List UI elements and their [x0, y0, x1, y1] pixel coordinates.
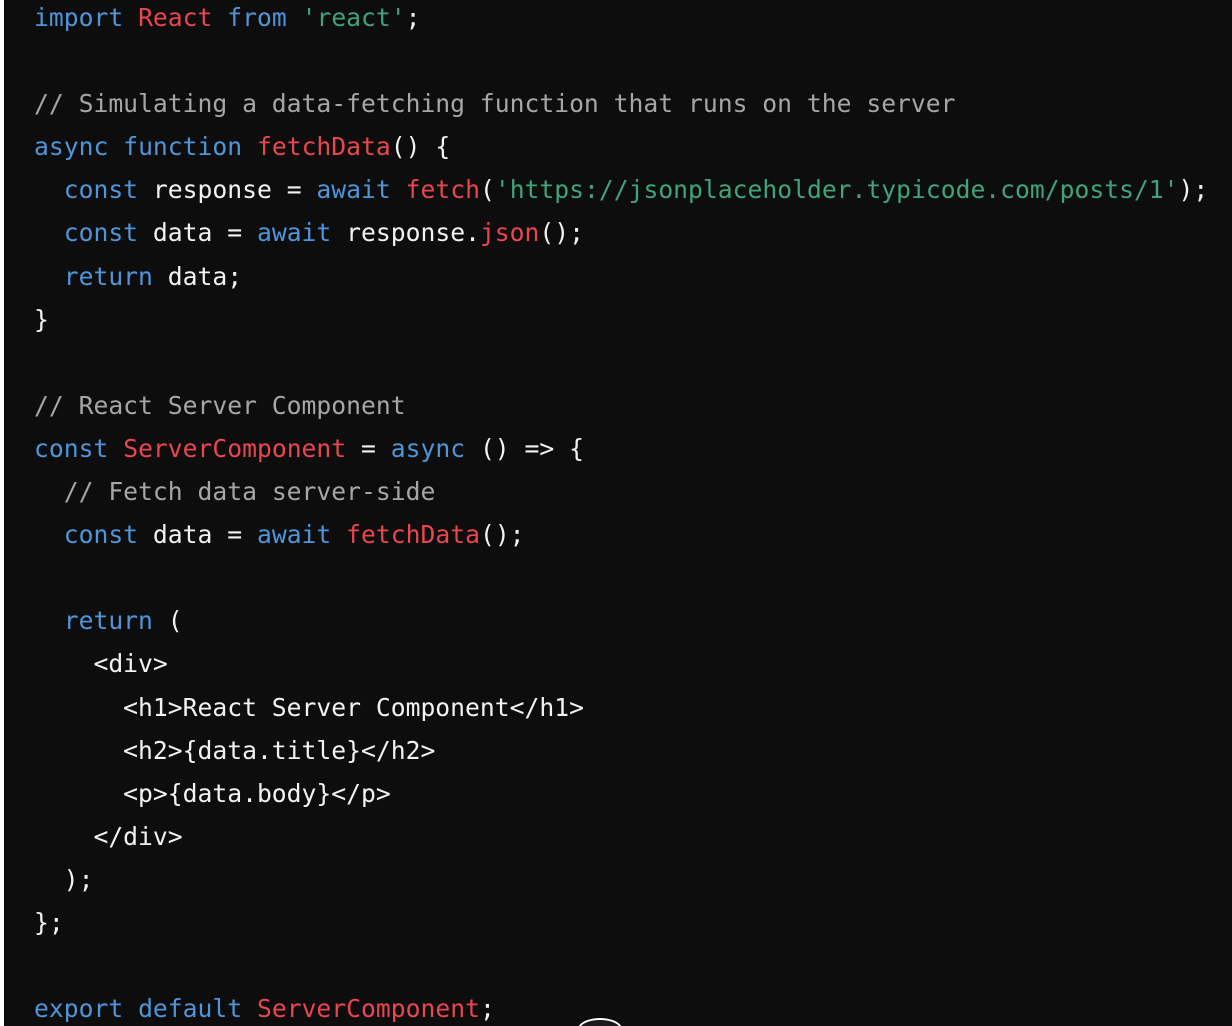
code-line: async function fetchData() { — [34, 125, 1208, 168]
code-token: from — [227, 3, 287, 32]
code-token: <h1>React Server Component</h1> — [34, 692, 584, 722]
code-token: = — [346, 433, 391, 463]
code-token: ; — [405, 3, 421, 32]
code-line: <h2>{data.title}</h2> — [34, 729, 1208, 772]
code-line: import React from 'react'; — [34, 0, 1208, 39]
code-line: const ServerComponent = async () => { — [34, 427, 1208, 470]
code-token: async — [390, 433, 466, 463]
code-token: default — [138, 994, 243, 1024]
code-token: ; — [479, 994, 495, 1024]
code-token: const — [63, 520, 139, 550]
code-token: ServerComponent — [123, 433, 347, 463]
code-token: fetch — [405, 175, 480, 205]
code-block: import React from 'react'; // Simulating … — [4, 0, 1232, 1026]
code-line: return ( — [34, 599, 1208, 642]
code-token: <p>{data.body}</p> — [34, 778, 391, 808]
code-token: // React Server Component — [34, 390, 406, 420]
code-token: async — [34, 132, 109, 162]
code-line: export default ServerComponent; — [34, 987, 1208, 1026]
code-line: }; — [34, 901, 1208, 944]
code-token: } — [34, 304, 49, 334]
code-line: const response = await fetch('https://js… — [34, 168, 1209, 211]
code-token: await — [256, 520, 332, 550]
code-token: const — [63, 175, 139, 205]
code-token: fetchData — [346, 520, 480, 550]
code-line: const data = await fetchData(); — [34, 513, 1208, 556]
code-line: // Simulating a data-fetching function t… — [34, 82, 1208, 125]
code-token: await — [316, 175, 391, 205]
code-line: const data = await response.json(); — [34, 211, 1208, 254]
code-token: ); — [1178, 175, 1209, 205]
code-token: return — [63, 606, 153, 636]
code-token: 'https://jsonplaceholder.typicode.com/po… — [494, 175, 1179, 205]
code-token: export — [34, 994, 124, 1024]
code-token: ); — [34, 864, 94, 894]
code-token: data; — [152, 261, 243, 291]
code-token: ( — [152, 606, 183, 636]
code-line: ); — [34, 858, 1208, 901]
code-token: }; — [34, 907, 64, 937]
code-line: <div> — [34, 642, 1208, 685]
code-token: () { — [390, 132, 451, 162]
code-token: () => { — [465, 433, 584, 463]
code-token: const — [63, 218, 139, 248]
code-line: return data; — [34, 255, 1208, 298]
code-token: <h2>{data.title}</h2> — [34, 735, 436, 765]
code-token: function — [123, 132, 243, 162]
code-line: // Fetch data server-side — [34, 470, 1208, 513]
code-token: response. — [331, 218, 480, 248]
code-content: import React from 'react'; // Simulating … — [34, 0, 1208, 1026]
code-token: import — [34, 3, 124, 32]
code-token: data = — [138, 218, 257, 248]
code-line: } — [34, 298, 1208, 341]
code-token: json — [479, 218, 540, 248]
code-token: </div> — [34, 821, 183, 851]
code-token: await — [256, 218, 332, 248]
code-token: response = — [138, 175, 317, 205]
code-token: ( — [479, 175, 495, 205]
page: import React from 'react'; // Simulating … — [0, 0, 1232, 1026]
code-token: 'react' — [301, 3, 406, 32]
code-token: React — [138, 3, 213, 32]
code-token: // Fetch data server-side — [63, 477, 436, 507]
code-token: (); — [479, 520, 525, 550]
code-token: // Simulating a data-fetching function t… — [34, 89, 956, 119]
code-token: const — [34, 433, 109, 463]
code-token: ServerComponent — [256, 994, 480, 1024]
code-line: <h1>React Server Component</h1> — [34, 686, 1208, 729]
code-token: <div> — [34, 649, 168, 679]
code-token: (); — [539, 218, 584, 248]
code-token: fetchData — [256, 132, 391, 162]
code-line: <p>{data.body}</p> — [34, 772, 1208, 815]
code-line: // React Server Component — [34, 384, 1208, 427]
code-token: data = — [138, 520, 257, 550]
code-line: </div> — [34, 815, 1208, 858]
code-token: return — [63, 261, 153, 291]
